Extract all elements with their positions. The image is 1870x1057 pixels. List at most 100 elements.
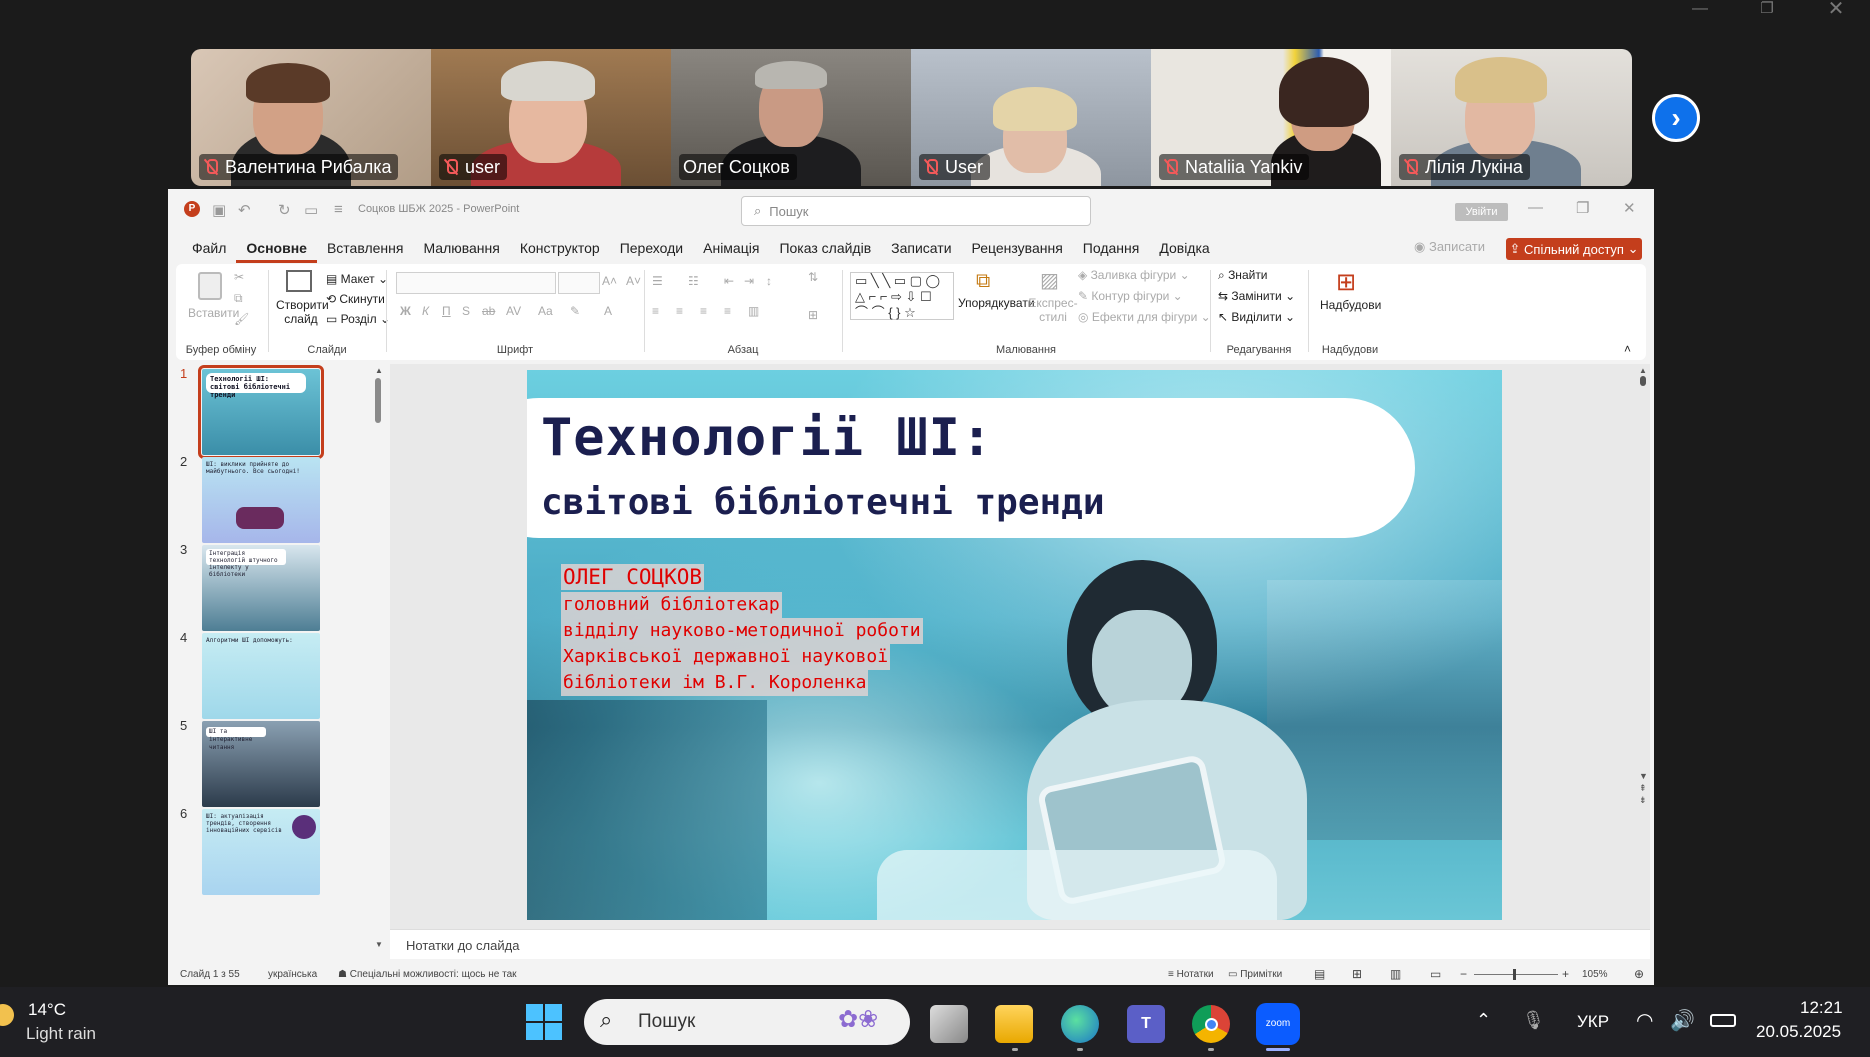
clock-date[interactable]: 20.05.2025 bbox=[1756, 1022, 1841, 1042]
font-name-select[interactable] bbox=[396, 272, 556, 294]
font-color-icon[interactable]: A bbox=[604, 304, 612, 318]
taskbar-search[interactable]: ⌕ Пошук ✿❀ bbox=[584, 999, 910, 1045]
current-slide[interactable]: Технології ШІ: світові бібліотечні тренд… bbox=[527, 370, 1502, 920]
quick-styles-icon[interactable]: ▨ bbox=[1040, 268, 1059, 293]
redo-icon[interactable]: ↻ bbox=[278, 201, 291, 219]
paste-button[interactable]: Вставити bbox=[188, 306, 239, 320]
keyboard-language[interactable]: УКР bbox=[1577, 1012, 1609, 1032]
notes-toggle[interactable]: ≡ Нотатки bbox=[1168, 969, 1214, 980]
slide-thumbnail[interactable]: ШІ: актуалізація трендів, створення інно… bbox=[202, 809, 320, 895]
restore-button[interactable]: ❐ bbox=[1747, 0, 1787, 18]
tab-slideshow[interactable]: Показ слайдів bbox=[769, 233, 881, 263]
align-center-icon[interactable]: ≡ bbox=[676, 304, 683, 318]
save-icon[interactable]: ▣ bbox=[212, 201, 226, 219]
file-explorer-icon[interactable] bbox=[995, 1005, 1033, 1043]
start-button[interactable] bbox=[526, 1004, 562, 1040]
align-right-icon[interactable]: ≡ bbox=[700, 304, 707, 318]
section-button[interactable]: ▭ Розділ ⌄ bbox=[326, 312, 390, 326]
active-speaker-tile[interactable]: Олег Соцков bbox=[671, 49, 911, 186]
tab-home[interactable]: Основне bbox=[236, 233, 317, 263]
font-size-select[interactable] bbox=[558, 272, 600, 294]
shape-effects-button[interactable]: ◎ Ефекти для фігури ⌄ bbox=[1078, 310, 1211, 324]
language-indicator[interactable]: українська bbox=[268, 969, 317, 980]
slide-thumbnail[interactable]: ШІ: виклики прийняте до майбутнього. Все… bbox=[202, 457, 320, 543]
reset-button[interactable]: ⟲ Скинути bbox=[326, 292, 385, 306]
present-icon[interactable]: ▭ bbox=[304, 201, 318, 219]
change-case-icon[interactable]: Aa bbox=[538, 304, 553, 318]
undo-icon[interactable]: ↶ bbox=[238, 201, 251, 219]
highlight-icon[interactable]: ✎ bbox=[570, 304, 580, 318]
tab-draw[interactable]: Малювання bbox=[413, 233, 509, 263]
format-painter-icon[interactable]: 🖌 bbox=[234, 312, 249, 326]
bold-icon[interactable]: Ж bbox=[400, 304, 411, 318]
shadow-icon[interactable]: S bbox=[462, 304, 470, 318]
text-direction-icon[interactable]: ⇅ bbox=[808, 270, 818, 284]
paste-icon[interactable] bbox=[198, 272, 222, 300]
select-button[interactable]: ↖ Виділити ⌄ bbox=[1218, 310, 1295, 324]
tab-view[interactable]: Подання bbox=[1073, 233, 1150, 263]
tab-transitions[interactable]: Переходи bbox=[610, 233, 693, 263]
zoom-app-icon[interactable]: zoom bbox=[1256, 1003, 1300, 1045]
tab-animations[interactable]: Анімація bbox=[693, 233, 769, 263]
fit-slide-icon[interactable]: ⊕ bbox=[1634, 967, 1644, 981]
restore-icon[interactable]: ❐ bbox=[1576, 199, 1589, 217]
zoom-slider[interactable] bbox=[1474, 974, 1558, 975]
search-input[interactable]: ⌕ Пошук bbox=[741, 196, 1091, 226]
slide-title[interactable]: Технології ШІ: bbox=[541, 408, 993, 468]
slideshow-icon[interactable]: ▭ bbox=[1430, 967, 1441, 981]
bullets-icon[interactable]: ☰ bbox=[652, 274, 663, 288]
participant-tile[interactable]: Валентина Рибалка bbox=[191, 49, 431, 186]
comments-toggle[interactable]: ▭ Примітки bbox=[1228, 969, 1282, 980]
tab-insert[interactable]: Вставлення bbox=[317, 233, 414, 263]
numbering-icon[interactable]: ☷ bbox=[688, 274, 699, 288]
new-slide-button[interactable]: Створити слайд bbox=[276, 298, 329, 326]
slide-thumbnail[interactable]: Технології ШІ: світові бібліотечні тренд… bbox=[198, 365, 324, 459]
decrease-indent-icon[interactable]: ⇤ bbox=[724, 274, 734, 288]
slide-sorter-icon[interactable]: ⊞ bbox=[1352, 967, 1362, 981]
reading-view-icon[interactable]: ▥ bbox=[1390, 967, 1401, 981]
task-view-icon[interactable] bbox=[930, 1005, 968, 1043]
author-block[interactable]: ОЛЕГ СОЦКОВ головний бібліотекар відділу… bbox=[561, 564, 923, 696]
tab-file[interactable]: Файл bbox=[182, 233, 236, 263]
participant-tile[interactable]: Nataliia Yankiv bbox=[1151, 49, 1391, 186]
wifi-icon[interactable]: ◠ bbox=[1636, 1008, 1653, 1033]
zoom-level[interactable]: 105% bbox=[1582, 969, 1608, 980]
battery-icon[interactable] bbox=[1710, 1014, 1736, 1027]
close-icon[interactable]: ✕ bbox=[1623, 199, 1636, 217]
share-button[interactable]: ⇪ Спільний доступ ⌄ bbox=[1506, 238, 1642, 260]
tab-record[interactable]: Записати bbox=[881, 233, 961, 263]
tab-design[interactable]: Конструктор bbox=[510, 233, 610, 263]
normal-view-icon[interactable]: ▤ bbox=[1314, 967, 1325, 981]
shapes-gallery[interactable]: ▭ ╲ ╲ ▭ ▢ ◯ △ ⌐ ⌐ ⇨ ⇩ ☐ ⌒ ⌒ { } ☆ bbox=[850, 272, 954, 320]
smartart-icon[interactable]: ⊞ bbox=[808, 308, 818, 322]
char-spacing-icon[interactable]: AV bbox=[506, 304, 521, 318]
thumbnails-scrollbar[interactable]: ▲ ▼ bbox=[374, 364, 383, 954]
addins-icon[interactable]: ⊞ bbox=[1336, 268, 1356, 297]
arrange-button[interactable]: Упорядкувати bbox=[958, 296, 1035, 310]
zoom-in-icon[interactable]: + bbox=[1562, 967, 1569, 981]
tab-review[interactable]: Рецензування bbox=[962, 233, 1073, 263]
participant-tile[interactable]: User bbox=[911, 49, 1151, 186]
teams-icon[interactable]: T bbox=[1127, 1005, 1165, 1043]
signin-button[interactable]: Увійти bbox=[1455, 203, 1508, 221]
participant-tile[interactable]: Лілія Лукіна bbox=[1391, 49, 1632, 186]
clock-time[interactable]: 12:21 bbox=[1800, 998, 1843, 1018]
italic-icon[interactable]: К bbox=[422, 304, 429, 318]
volume-icon[interactable]: 🔊 bbox=[1670, 1008, 1695, 1033]
slide-thumbnail[interactable]: Алгоритми ШІ допоможуть: bbox=[202, 633, 320, 719]
layout-button[interactable]: ▤ Макет ⌄ bbox=[326, 272, 388, 286]
columns-icon[interactable]: ▥ bbox=[748, 304, 759, 318]
cut-icon[interactable]: ✂ bbox=[234, 270, 244, 284]
microphone-icon[interactable]: 🎙 bbox=[1522, 1010, 1545, 1031]
grow-font-icon[interactable]: A˄ bbox=[602, 274, 617, 288]
addins-button[interactable]: Надбудови bbox=[1320, 298, 1381, 312]
zoom-out-icon[interactable]: − bbox=[1460, 967, 1467, 981]
slide-thumbnail[interactable]: Інтеграція технологій штучного інтелекту… bbox=[202, 545, 320, 631]
weather-widget[interactable]: 14°C Light rain bbox=[0, 998, 130, 1048]
editor-scrollbar[interactable]: ▲ ▼ ⇞ ⇟ bbox=[1638, 364, 1648, 824]
arrange-icon[interactable]: ⧉ bbox=[976, 270, 990, 293]
close-button[interactable]: ✕ bbox=[1816, 0, 1856, 19]
accessibility-checker[interactable]: ☗ Спеціальні можливості: щось не так bbox=[338, 969, 517, 980]
shrink-font-icon[interactable]: A˅ bbox=[626, 274, 641, 288]
minimize-button[interactable]: — bbox=[1680, 0, 1720, 18]
